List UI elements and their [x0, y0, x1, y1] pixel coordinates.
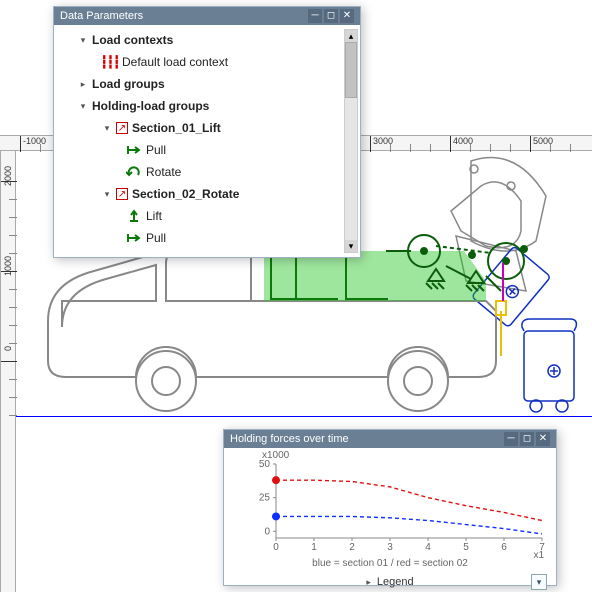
- chart-x-unit: x1: [533, 550, 544, 561]
- pull-icon: [126, 230, 142, 246]
- panel-titlebar[interactable]: Data Parameters ─ ◻ ✕: [54, 7, 360, 25]
- svg-text:2: 2: [349, 542, 355, 553]
- tree-item-section-02[interactable]: ▾ ↗ Section_02_Rotate: [56, 183, 360, 205]
- svg-text:1: 1: [311, 542, 317, 553]
- legend-toggle-row[interactable]: ▸ Legend ▾: [223, 572, 557, 592]
- collapse-icon[interactable]: ▾: [102, 123, 112, 134]
- tree-item-load-contexts[interactable]: ▾ Load contexts: [56, 29, 360, 51]
- scroll-thumb[interactable]: [345, 42, 357, 98]
- svg-text:3: 3: [387, 542, 393, 553]
- chart-svg: 0255001234567: [232, 450, 550, 558]
- svg-text:6: 6: [501, 542, 507, 553]
- svg-text:0: 0: [273, 542, 279, 553]
- chart-y-unit: x1000: [262, 450, 289, 461]
- lift-icon: [126, 208, 142, 224]
- section-icon: ↗: [116, 188, 128, 200]
- collapse-icon[interactable]: ▾: [78, 35, 88, 46]
- rotate-icon: [126, 164, 142, 180]
- expand-icon[interactable]: ▸: [78, 79, 88, 90]
- collapse-icon[interactable]: ▾: [78, 101, 88, 112]
- close-button[interactable]: ✕: [340, 9, 354, 23]
- scroll-up-button[interactable]: ▴: [345, 30, 357, 42]
- tree-item-rotate[interactable]: Rotate: [56, 161, 360, 183]
- pull-icon: [126, 142, 142, 158]
- tree-item-default-load-context[interactable]: ┇┇┇ Default load context: [56, 51, 360, 73]
- panel-title-text: Data Parameters: [60, 7, 308, 25]
- chart-caption: blue = section 01 / red = section 02: [232, 558, 548, 569]
- panel-title-text: Holding forces over time: [230, 430, 504, 448]
- tree-item-lift[interactable]: Lift: [56, 205, 360, 227]
- tree-item-section-01[interactable]: ▾ ↗ Section_01_Lift: [56, 117, 360, 139]
- vertical-ruler: 2000 1000 0: [0, 151, 16, 592]
- tree-item-pull-2[interactable]: Pull: [56, 227, 360, 249]
- maximize-button[interactable]: ◻: [520, 432, 534, 446]
- ground-line: [16, 416, 592, 417]
- sliders-icon: ┇┇┇: [102, 54, 118, 70]
- svg-text:4: 4: [425, 542, 431, 553]
- chart-area: x1000 0255001234567 x1 blue = section 01…: [224, 448, 556, 585]
- scrollbar[interactable]: ▴ ▾: [344, 29, 358, 253]
- maximize-button[interactable]: ◻: [324, 9, 338, 23]
- section-icon: ↗: [116, 122, 128, 134]
- minimize-button[interactable]: ─: [308, 9, 322, 23]
- minimize-button[interactable]: ─: [504, 432, 518, 446]
- close-button[interactable]: ✕: [536, 432, 550, 446]
- expand-icon[interactable]: ▸: [366, 577, 371, 588]
- scroll-down-button[interactable]: ▾: [345, 240, 357, 252]
- tree-item-pull[interactable]: Pull: [56, 139, 360, 161]
- collapse-icon[interactable]: ▾: [102, 189, 112, 200]
- legend-dropdown-button[interactable]: ▾: [531, 574, 547, 590]
- panel-titlebar[interactable]: Holding forces over time ─ ◻ ✕: [224, 430, 556, 448]
- data-parameters-panel[interactable]: Data Parameters ─ ◻ ✕ ▾ Load contexts ┇┇…: [53, 6, 361, 258]
- svg-text:0: 0: [264, 526, 270, 537]
- svg-text:5: 5: [463, 542, 469, 553]
- tree-item-load-groups[interactable]: ▸ Load groups: [56, 73, 360, 95]
- legend-label: Legend: [377, 576, 414, 588]
- tree-view[interactable]: ▾ Load contexts ┇┇┇ Default load context…: [54, 25, 360, 257]
- svg-text:25: 25: [259, 493, 271, 504]
- tree-item-holding-load-groups[interactable]: ▾ Holding-load groups: [56, 95, 360, 117]
- holding-forces-chart-panel[interactable]: Holding forces over time ─ ◻ ✕ x1000 025…: [223, 429, 557, 586]
